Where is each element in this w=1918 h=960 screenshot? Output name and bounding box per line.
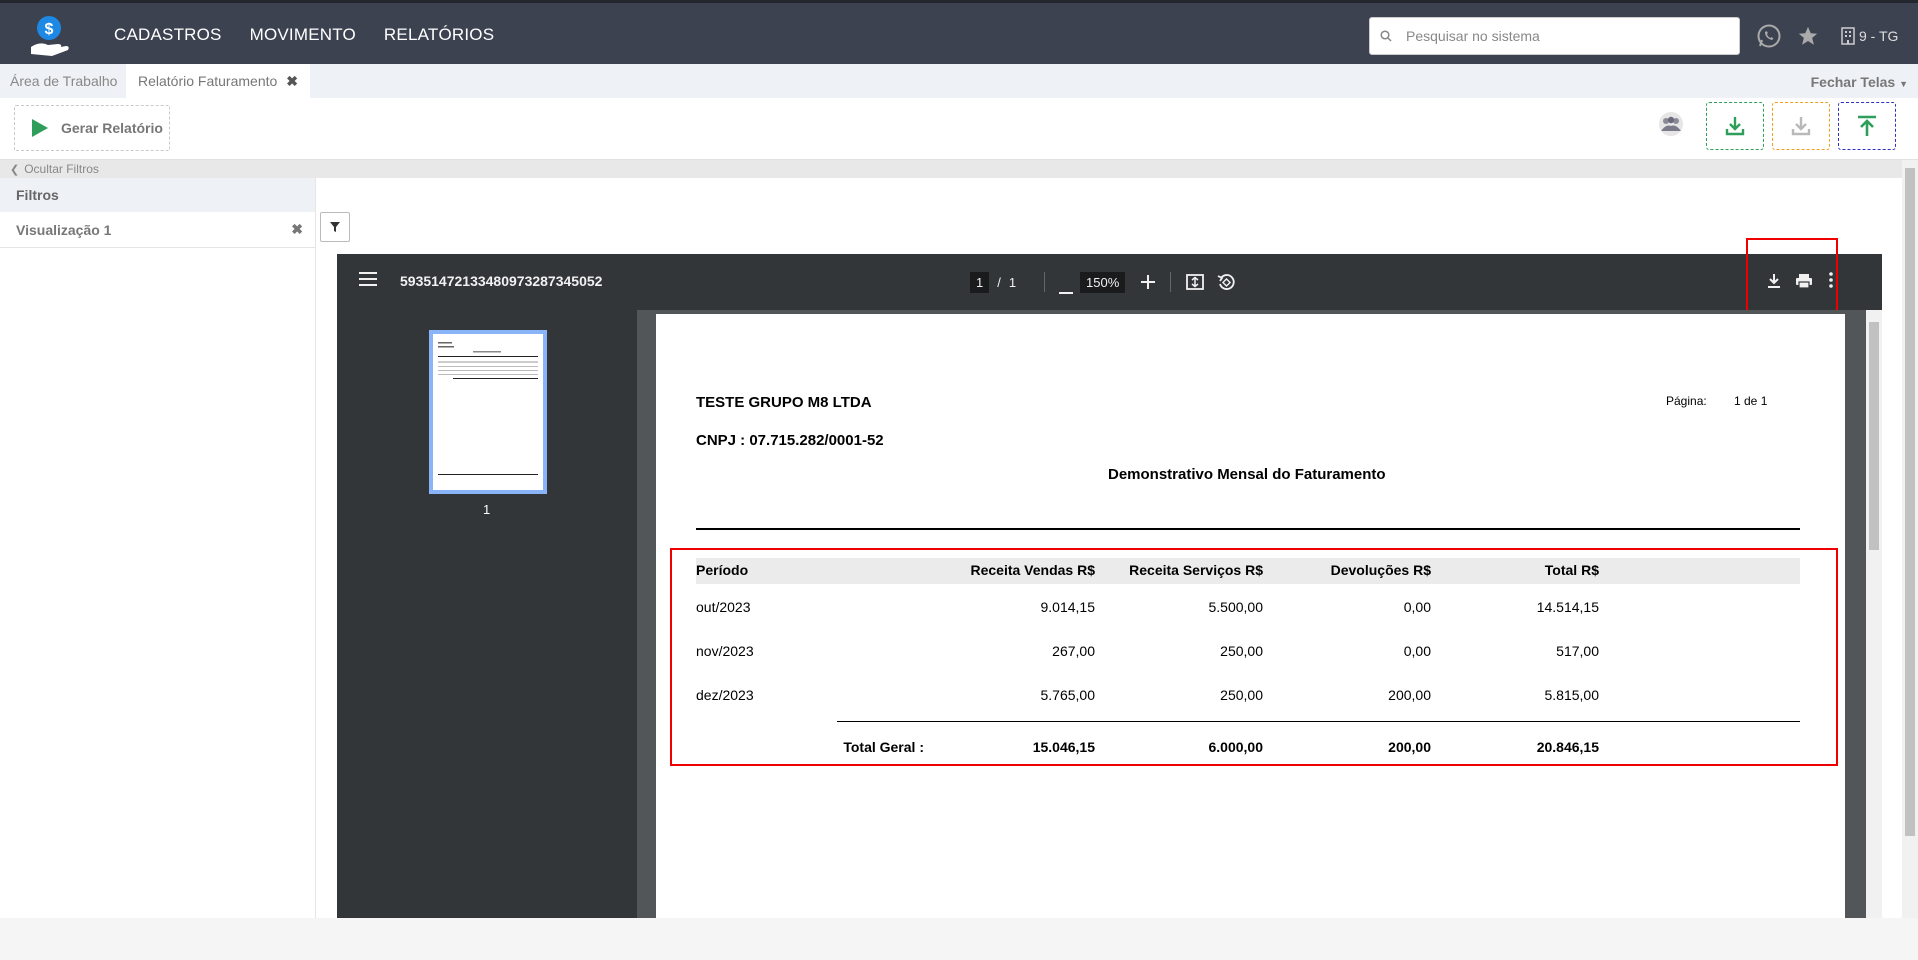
tab-label: Relatório Faturamento [138,73,278,89]
group-users-icon[interactable] [1651,104,1691,144]
search-icon [1380,30,1392,42]
fit-page-icon[interactable] [1186,274,1204,295]
thumbnail-page-number: 1 [483,502,491,517]
download-green-button[interactable] [1706,102,1764,150]
download-icon [1791,117,1811,136]
generate-report-button[interactable]: Gerar Relatório [14,105,170,151]
search-input[interactable] [1406,28,1726,44]
favorites-star-icon[interactable] [1797,25,1819,52]
upload-blue-button[interactable] [1838,102,1896,150]
zoom-in-icon[interactable] [1141,275,1155,294]
funnel-icon [330,222,340,232]
pdf-content-area: 1 TESTE GRUPO M8 LTDA CNPJ : 07.715.282/… [337,310,1882,918]
zoom-input[interactable]: 150% [1080,271,1126,293]
rotate-icon[interactable] [1217,273,1235,296]
chevron-left-icon: ❮ [10,163,20,176]
caret-down-icon: ▼ [1899,79,1908,89]
company-name: TESTE GRUPO M8 LTDA [696,394,872,411]
app-logo-icon[interactable]: $ [26,13,72,59]
filter-funnel-button[interactable] [320,212,350,242]
company-building-icon[interactable] [1840,27,1856,50]
search-box [1369,17,1740,55]
page-navigator: 1 / 1 [970,267,1016,297]
pdf-page: TESTE GRUPO M8 LTDA CNPJ : 07.715.282/00… [656,314,1845,918]
pdf-filename: 5935147213348097328734505​2 [400,273,603,289]
page-value: 1 de 1 [1734,394,1768,408]
menu-hamburger-icon[interactable] [359,272,377,291]
header-rule [696,528,1800,530]
download-orange-button[interactable] [1772,102,1830,150]
highlight-box-table [670,548,1838,766]
tab-relatorio-faturamento[interactable]: Relatório Faturamento ✖ [126,64,311,98]
scrollbar-thumb[interactable] [1869,322,1879,550]
filters-header: Filtros [0,178,315,212]
whatsapp-icon[interactable] [1756,23,1782,54]
download-icon [1725,117,1745,136]
page-label: Página: [1666,394,1707,408]
footer-area [0,918,1918,960]
close-view-icon[interactable]: ✖ [291,221,303,238]
page-thumbnail[interactable] [429,330,547,494]
generate-report-label: Gerar Relatório [61,120,163,136]
page-separator: / [997,274,1001,290]
close-tab-icon[interactable]: ✖ [286,73,298,90]
page-scrollbar-thumb[interactable] [1905,168,1915,836]
report-toolbar: Gerar Relatório [0,98,1918,160]
report-title: Demonstrativo Mensal do Faturamento [1108,466,1386,483]
report-viewer-area: 5935147213348097328734505​2 1 / 1 150% [316,178,1902,918]
close-all-label: Fechar Telas [1810,74,1896,90]
company-cnpj: CNPJ : 07.715.282/0001-52 [696,432,884,449]
screen-tabs: Área de Trabalho Relatório Faturamento ✖… [0,64,1918,98]
menu-relatorios[interactable]: RELATÓRIOS [384,25,494,45]
hide-filters-link[interactable]: ❮ Ocultar Filtros [0,160,1918,178]
zoom-out-icon[interactable] [1059,281,1073,299]
user-company-label[interactable]: 9 - TG [1859,28,1898,44]
filters-sidebar: Filtros Visualização 1 ✖ [0,178,316,918]
pdf-toolbar: 5935147213348097328734505​2 1 / 1 150% [337,254,1882,310]
pdf-scrollbar[interactable] [1866,310,1882,918]
close-all-screens-button[interactable]: Fechar Telas ▼ [1811,74,1908,90]
view-label: Visualização 1 [16,221,112,238]
divider [1170,272,1171,292]
top-navbar: $ CADASTROS MOVIMENTO RELATÓRIOS 9 - TG [0,0,1918,64]
page-number-input[interactable]: 1 [970,271,990,293]
menu-cadastros[interactable]: CADASTROS [114,25,222,45]
play-icon [32,119,48,137]
tab-label: Área de Trabalho [10,73,118,89]
thumbnail-sidebar: 1 [337,310,637,918]
menu-movimento[interactable]: MOVIMENTO [250,25,356,45]
upload-icon [1858,115,1876,136]
highlight-box-download-print [1746,238,1838,318]
tab-area-de-trabalho[interactable]: Área de Trabalho [10,64,117,98]
hide-filters-label: Ocultar Filtros [24,162,99,176]
zoom-level: 150% [1080,267,1126,297]
page-scrollbar[interactable] [1902,160,1918,918]
page-total: 1 [1008,274,1017,290]
view-item[interactable]: Visualização 1 ✖ [0,212,315,248]
divider [1044,272,1045,292]
svg-text:$: $ [45,21,54,38]
main-menu: CADASTROS MOVIMENTO RELATÓRIOS [114,3,494,67]
